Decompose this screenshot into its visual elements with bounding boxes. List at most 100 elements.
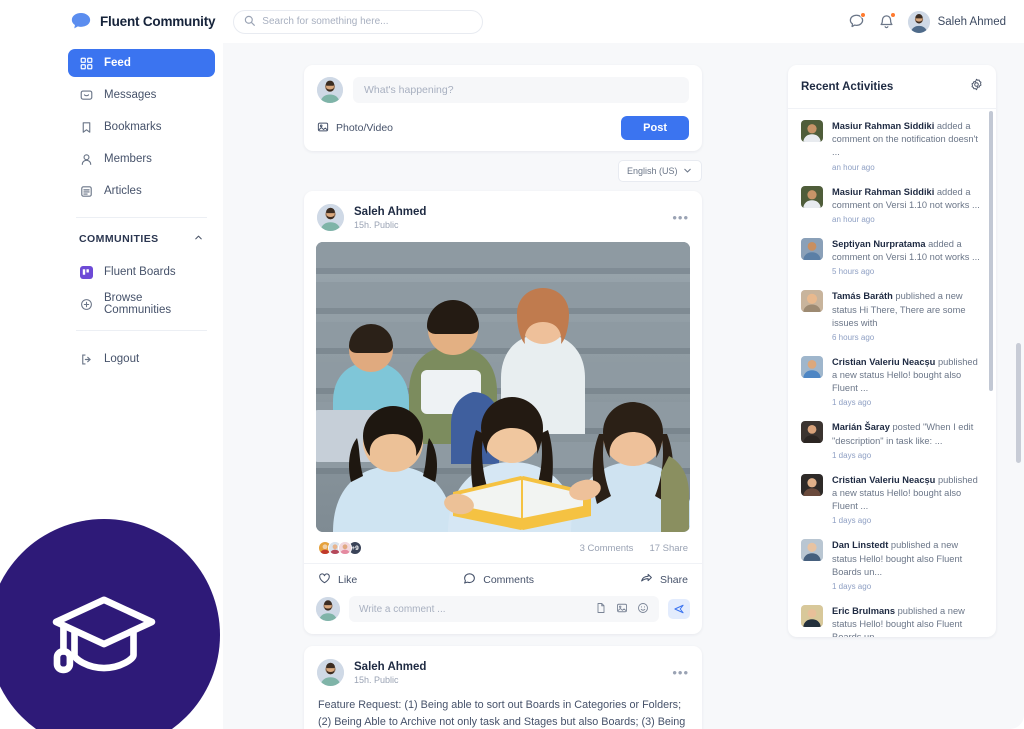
activities-header: Recent Activities — [788, 65, 996, 109]
activity-user: Masiur Rahman Siddiki — [832, 186, 935, 197]
list-item[interactable]: Cristian Valeriu Neacșu published a new … — [788, 467, 996, 533]
image-icon — [317, 121, 329, 136]
composer-input[interactable]: What's happening? — [353, 77, 689, 103]
message-badge — [859, 12, 866, 18]
activity-user: Tamás Baráth — [832, 291, 893, 302]
brand-name: Fluent Community — [100, 14, 216, 29]
list-item[interactable]: Masiur Rahman Siddiki added a comment on… — [788, 113, 996, 179]
avatar — [907, 10, 930, 33]
activities-list[interactable]: Masiur Rahman Siddiki added a comment on… — [788, 109, 996, 637]
activity-text: Dan Linstedt published a new status Hell… — [832, 539, 983, 579]
sidebar-item-label: Browse Communities — [104, 292, 172, 316]
post-header: Saleh Ahmed 15h. Public ••• — [304, 646, 702, 697]
logout-icon — [79, 352, 93, 366]
post-author-name: Saleh Ahmed — [354, 660, 427, 673]
more-horizontal-icon[interactable]: ••• — [672, 211, 689, 224]
sidebar-item-label: Fluent Boards — [104, 266, 176, 278]
sidebar-item-label: Articles — [104, 185, 142, 197]
share-count[interactable]: 17 Share — [649, 543, 688, 554]
sidebar-item-fluent-boards[interactable]: Fluent Boards — [68, 258, 215, 286]
activity-time: 1 days ago — [832, 450, 872, 460]
comments-label: Comments — [483, 574, 534, 586]
comment-avatar — [316, 597, 340, 621]
photo-video-button[interactable]: Photo/Video — [317, 121, 393, 136]
avatar — [801, 185, 823, 208]
message-icon — [79, 88, 93, 102]
activity-time: 1 days ago — [832, 398, 872, 408]
post-author-avatar[interactable] — [317, 204, 344, 231]
share-button[interactable]: Share — [640, 572, 688, 588]
post-card: Saleh Ahmed 15h. Public ••• +9 3 Comment… — [304, 191, 702, 634]
language-select[interactable]: English (US) — [618, 160, 702, 182]
list-item[interactable]: Masiur Rahman Siddiki added a comment on… — [788, 179, 996, 231]
post-header: Saleh Ahmed 15h. Public ••• — [304, 191, 702, 242]
main-canvas: What's happening? Photo/Video Post Engli… — [223, 43, 1024, 729]
activity-time: 5 hours ago — [832, 267, 875, 277]
list-item[interactable]: Dan Linstedt published a new status Hell… — [788, 532, 996, 598]
activity-user: Marián Šaray — [832, 422, 890, 433]
message-bell-icon[interactable] — [848, 12, 866, 30]
composer-avatar — [317, 77, 343, 103]
list-item[interactable]: Eric Brulmans published a new status Hel… — [788, 598, 996, 637]
sidebar-item-logout[interactable]: Logout — [68, 345, 215, 373]
user-menu[interactable]: Saleh Ahmed — [907, 10, 1006, 33]
bookmark-icon — [79, 120, 93, 134]
activity-user: Cristian Valeriu Neacșu — [832, 474, 936, 485]
share-icon — [640, 572, 653, 588]
search-input[interactable] — [262, 16, 473, 27]
file-icon[interactable] — [595, 602, 607, 617]
activity-user: Dan Linstedt — [832, 540, 889, 551]
language-value: English (US) — [627, 166, 678, 176]
like-label: Like — [338, 574, 358, 586]
activity-text: Tamás Baráth published a new status Hi T… — [832, 290, 983, 330]
chevron-up-icon[interactable] — [193, 232, 204, 246]
list-item[interactable]: Tamás Baráth published a new status Hi T… — [788, 283, 996, 349]
activity-text: Cristian Valeriu Neacșu published a new … — [832, 474, 983, 514]
comment-input-row: Write a comment ... — [304, 596, 702, 634]
recent-activities-panel: Recent Activities Masiur Rahman Siddiki … — [788, 65, 996, 637]
image-icon[interactable] — [616, 602, 628, 617]
comments-button[interactable]: Comments — [463, 572, 534, 588]
sidebar-item-bookmarks[interactable]: Bookmarks — [68, 113, 215, 141]
gear-icon[interactable] — [970, 78, 983, 96]
avatar — [801, 604, 823, 627]
sidebar-item-articles[interactable]: Articles — [68, 177, 215, 205]
brand[interactable]: Fluent Community — [70, 12, 215, 31]
activity-text: Cristian Valeriu Neacșu published a new … — [832, 356, 983, 396]
bell-icon[interactable] — [878, 12, 896, 30]
photo-video-label: Photo/Video — [336, 122, 394, 134]
top-bar: Fluent Community Search for something he… — [60, 0, 1024, 43]
post-card: Saleh Ahmed 15h. Public ••• Feature Requ… — [304, 646, 702, 729]
post-meta: 15h. Public — [354, 675, 399, 686]
comment-input[interactable]: Write a comment ... — [349, 596, 659, 622]
comment-placeholder: Write a comment ... — [359, 603, 446, 615]
sidebar-divider-2 — [76, 330, 207, 331]
sidebar-item-members[interactable]: Members — [68, 145, 215, 173]
activities-scrollbar[interactable] — [989, 111, 993, 391]
post-photo[interactable] — [316, 242, 690, 532]
plus-circle-icon — [79, 297, 93, 311]
search-bar[interactable] — [233, 9, 484, 34]
emoji-icon[interactable] — [637, 602, 649, 617]
sidebar-item-messages[interactable]: Messages — [68, 81, 215, 109]
sidebar-item-browse-communities[interactable]: Browse Communities — [68, 290, 215, 318]
reactor-avatars[interactable]: +9 — [318, 541, 362, 555]
activity-user: Eric Brulmans — [832, 605, 896, 616]
list-item[interactable]: Septiyan Nurpratama added a comment on V… — [788, 231, 996, 283]
comments-count[interactable]: 3 Comments — [580, 543, 634, 554]
language-row: English (US) — [304, 160, 702, 182]
sidebar-item-feed[interactable]: Feed — [68, 49, 215, 77]
post-author-avatar[interactable] — [317, 659, 344, 686]
page-scrollbar[interactable] — [1016, 343, 1021, 463]
send-comment-button[interactable] — [668, 599, 690, 619]
sidebar-divider-1 — [76, 217, 207, 218]
more-horizontal-icon[interactable]: ••• — [672, 666, 689, 679]
sidebar-group-communities[interactable]: COMMUNITIES — [79, 232, 204, 246]
post-button[interactable]: Post — [621, 116, 689, 140]
activity-text: Masiur Rahman Siddiki added a comment on… — [832, 120, 983, 160]
list-item[interactable]: Marián Šaray posted "When I edit "descri… — [788, 414, 996, 466]
activity-time: an hour ago — [832, 162, 875, 172]
list-item[interactable]: Cristian Valeriu Neacșu published a new … — [788, 349, 996, 415]
sidebar-item-label: Members — [104, 153, 152, 165]
like-button[interactable]: Like — [318, 572, 357, 588]
